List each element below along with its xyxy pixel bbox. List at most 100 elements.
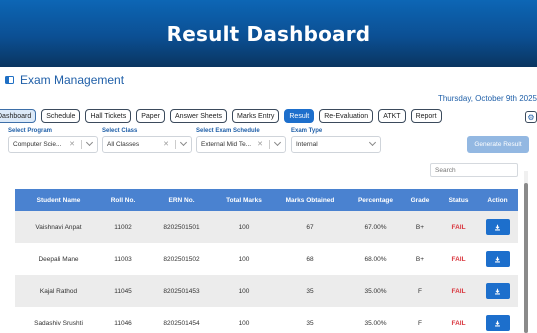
roll-no: 11045 bbox=[114, 287, 132, 295]
grade: F bbox=[418, 319, 422, 327]
download-icon bbox=[495, 256, 500, 262]
table-row: Kajal Rathod 11045 8202501453 100 35 35.… bbox=[15, 275, 518, 307]
program-value: Computer Scie... bbox=[13, 141, 62, 148]
exam-type-label: Exam Type bbox=[291, 128, 323, 134]
column-header: Grade bbox=[410, 196, 430, 204]
student-name: Deepali Mane bbox=[38, 255, 79, 263]
chevron-down-icon[interactable] bbox=[179, 138, 188, 147]
status-badge: FAIL bbox=[451, 223, 466, 231]
roll-no: 11002 bbox=[114, 223, 132, 231]
app-title: Exam Management bbox=[20, 73, 125, 87]
ern-no: 8202501501 bbox=[163, 223, 200, 231]
download-icon bbox=[495, 320, 500, 326]
schedule-label: Select Exam Schedule bbox=[196, 128, 260, 134]
gear-icon[interactable]: ⚙ bbox=[525, 111, 537, 123]
column-header: ERN No. bbox=[168, 196, 195, 204]
action-cell bbox=[477, 315, 518, 331]
percentage: 35.00% bbox=[364, 287, 387, 295]
clear-icon[interactable]: ✕ bbox=[257, 140, 263, 148]
status-badge: FAIL bbox=[451, 255, 466, 263]
total-marks: 100 bbox=[238, 287, 250, 295]
download-icon bbox=[495, 224, 500, 230]
generate-result-button[interactable]: Generate Result bbox=[467, 136, 529, 153]
tab-bar: Dashboard Schedule Hall Tickets Paper An… bbox=[0, 109, 442, 123]
tab-result[interactable]: Result bbox=[284, 109, 315, 123]
download-button[interactable] bbox=[485, 251, 510, 267]
grade: B+ bbox=[415, 223, 425, 231]
tab-schedule[interactable]: Schedule bbox=[41, 109, 81, 123]
download-button[interactable] bbox=[485, 219, 510, 235]
marks-obtained: 35 bbox=[306, 287, 314, 295]
tab-paper[interactable]: Paper bbox=[136, 109, 165, 123]
current-date: Thursday, October 9th 2025 bbox=[437, 94, 537, 103]
program-select[interactable]: Computer Scie... ✕ bbox=[8, 136, 98, 153]
exam-type-select[interactable]: Internal bbox=[291, 136, 381, 153]
search-input[interactable] bbox=[430, 163, 518, 177]
program-label: Select Program bbox=[8, 128, 53, 134]
chevron-down-icon[interactable] bbox=[368, 138, 377, 147]
chevron-down-icon[interactable] bbox=[85, 138, 94, 147]
table-header: Student Name Roll No. ERN No. Total Mark… bbox=[15, 189, 518, 211]
column-header: Percentage bbox=[357, 196, 394, 204]
app-container: Exam Management Thursday, October 9th 20… bbox=[0, 67, 537, 333]
table-row: Sadashiv Srushti 11046 8202501454 100 35… bbox=[15, 307, 518, 333]
total-marks: 100 bbox=[238, 255, 250, 263]
exam-type-value: Internal bbox=[296, 141, 318, 148]
tab-dashboard[interactable]: Dashboard bbox=[0, 109, 37, 123]
column-header: Marks Obtained bbox=[285, 196, 335, 204]
tab-atkt[interactable]: ATKT bbox=[378, 109, 406, 123]
tab-re-evaluation[interactable]: Re-Evaluation bbox=[319, 109, 374, 123]
scrollbar-thumb[interactable] bbox=[524, 183, 528, 333]
total-marks: 100 bbox=[238, 223, 250, 231]
table-row: Deepali Mane 11003 8202501502 100 68 68.… bbox=[15, 243, 518, 275]
schedule-value: External Mid Te... bbox=[201, 141, 252, 148]
class-value: All Classes bbox=[107, 141, 140, 148]
clear-icon[interactable]: ✕ bbox=[163, 140, 169, 148]
column-header: Roll No. bbox=[110, 196, 136, 204]
marks-obtained: 35 bbox=[306, 319, 314, 327]
roll-no: 11046 bbox=[114, 319, 132, 327]
banner-title: Result Dashboard bbox=[166, 21, 371, 46]
tab-answer-sheets[interactable]: Answer Sheets bbox=[169, 109, 228, 123]
chevron-down-icon[interactable] bbox=[273, 138, 282, 147]
action-cell bbox=[477, 283, 518, 299]
percentage: 68.00% bbox=[364, 255, 387, 263]
column-header: Total Marks bbox=[226, 196, 262, 204]
action-cell bbox=[477, 219, 518, 235]
tab-marks-entry[interactable]: Marks Entry bbox=[232, 109, 280, 123]
roll-no: 11003 bbox=[114, 255, 132, 263]
clear-icon[interactable]: ✕ bbox=[69, 140, 75, 148]
student-name: Kajal Rathod bbox=[39, 287, 78, 295]
action-cell bbox=[477, 251, 518, 267]
ern-no: 8202501454 bbox=[163, 319, 200, 327]
download-button[interactable] bbox=[485, 315, 510, 331]
table-row: Vaishnavi Anpat 11002 8202501501 100 67 … bbox=[15, 211, 518, 243]
student-name: Sadashiv Srushti bbox=[34, 319, 83, 327]
schedule-select[interactable]: External Mid Te... ✕ bbox=[196, 136, 286, 153]
class-label: Select Class bbox=[102, 128, 138, 134]
ern-no: 8202501453 bbox=[163, 287, 200, 295]
tab-report[interactable]: Report bbox=[410, 109, 442, 123]
download-icon bbox=[495, 288, 500, 294]
page-banner: Result Dashboard bbox=[0, 0, 537, 67]
select-separator bbox=[81, 140, 82, 149]
column-header: Action bbox=[487, 196, 508, 204]
status-badge: FAIL bbox=[451, 287, 466, 295]
tab-hall-tickets[interactable]: Hall Tickets bbox=[85, 109, 132, 123]
grade: F bbox=[418, 287, 422, 295]
column-header: Student Name bbox=[36, 196, 81, 204]
student-name: Vaishnavi Anpat bbox=[35, 223, 82, 231]
class-select[interactable]: All Classes ✕ bbox=[102, 136, 192, 153]
total-marks: 100 bbox=[238, 319, 250, 327]
marks-obtained: 68 bbox=[306, 255, 314, 263]
grade: B+ bbox=[415, 255, 425, 263]
percentage: 67.00% bbox=[364, 223, 387, 231]
status-badge: FAIL bbox=[451, 319, 466, 327]
marks-obtained: 67 bbox=[306, 223, 314, 231]
column-header: Status bbox=[448, 196, 469, 204]
select-separator bbox=[175, 140, 176, 149]
sidebar-toggle-icon[interactable] bbox=[5, 76, 14, 84]
results-table: Student Name Roll No. ERN No. Total Mark… bbox=[15, 189, 518, 333]
ern-no: 8202501502 bbox=[163, 255, 200, 263]
download-button[interactable] bbox=[485, 283, 510, 299]
